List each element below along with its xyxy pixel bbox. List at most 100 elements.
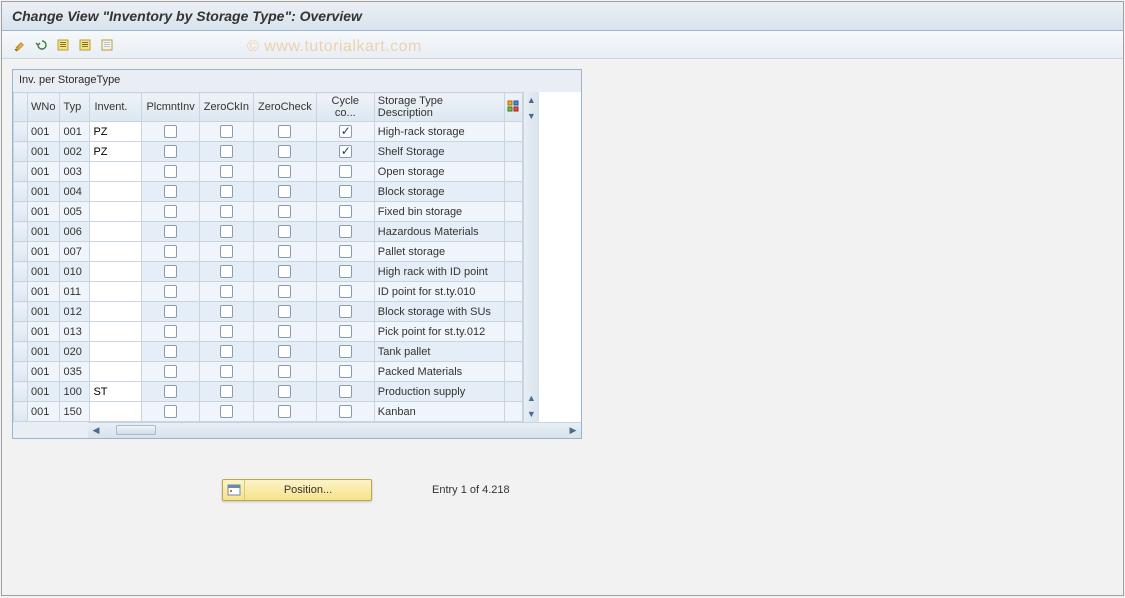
cell-invent[interactable] <box>90 302 142 322</box>
checkbox-plcmntinv[interactable] <box>164 125 177 138</box>
checkbox-zerockin[interactable] <box>220 385 233 398</box>
cell-zerocheck[interactable] <box>254 262 317 282</box>
cell-zerocheck[interactable] <box>254 342 317 362</box>
cell-plcmntinv[interactable] <box>142 382 199 402</box>
scroll-down-step-arrow[interactable]: ▼ <box>524 108 539 124</box>
checkbox-zerocheck[interactable] <box>278 345 291 358</box>
cell-plcmntinv[interactable] <box>142 302 199 322</box>
select-all-button[interactable] <box>54 36 72 54</box>
cell-invent[interactable]: ST <box>90 382 142 402</box>
row-selector[interactable] <box>14 402 28 422</box>
scroll-right-arrow[interactable]: ▶ <box>565 423 581 438</box>
checkbox-cycle[interactable] <box>339 285 352 298</box>
cell-zerockin[interactable] <box>199 262 253 282</box>
cell-cycle[interactable] <box>316 262 374 282</box>
cell-zerockin[interactable] <box>199 302 253 322</box>
undo-change-button[interactable] <box>32 36 50 54</box>
cell-zerockin[interactable] <box>199 402 253 422</box>
row-selector[interactable] <box>14 382 28 402</box>
col-zerocheck[interactable]: ZeroCheck <box>254 93 317 122</box>
cell-cycle[interactable] <box>316 302 374 322</box>
horizontal-scrollbar[interactable]: ◀ ▶ <box>88 422 581 438</box>
cell-zerockin[interactable] <box>199 342 253 362</box>
row-selector[interactable] <box>14 262 28 282</box>
cell-zerocheck[interactable] <box>254 362 317 382</box>
cell-zerocheck[interactable] <box>254 382 317 402</box>
cell-zerockin[interactable] <box>199 142 253 162</box>
cell-zerockin[interactable] <box>199 242 253 262</box>
cell-plcmntinv[interactable] <box>142 342 199 362</box>
cell-plcmntinv[interactable] <box>142 322 199 342</box>
checkbox-plcmntinv[interactable] <box>164 185 177 198</box>
cell-cycle[interactable] <box>316 322 374 342</box>
cell-zerocheck[interactable] <box>254 402 317 422</box>
checkbox-zerocheck[interactable] <box>278 405 291 418</box>
cell-zerocheck[interactable] <box>254 142 317 162</box>
checkbox-zerocheck[interactable] <box>278 185 291 198</box>
checkbox-plcmntinv[interactable] <box>164 305 177 318</box>
checkbox-zerockin[interactable] <box>220 365 233 378</box>
cell-zerockin[interactable] <box>199 282 253 302</box>
cell-plcmntinv[interactable] <box>142 282 199 302</box>
col-row-selector[interactable] <box>14 93 28 122</box>
checkbox-cycle[interactable] <box>339 125 352 138</box>
cell-cycle[interactable] <box>316 122 374 142</box>
toggle-display-change-button[interactable] <box>10 36 28 54</box>
cell-invent[interactable] <box>90 222 142 242</box>
checkbox-zerockin[interactable] <box>220 225 233 238</box>
checkbox-zerockin[interactable] <box>220 205 233 218</box>
checkbox-plcmntinv[interactable] <box>164 265 177 278</box>
checkbox-cycle[interactable] <box>339 365 352 378</box>
checkbox-zerocheck[interactable] <box>278 145 291 158</box>
col-desc[interactable]: Storage Type Description <box>374 93 504 122</box>
col-cycle[interactable]: Cycle co... <box>316 93 374 122</box>
checkbox-zerockin[interactable] <box>220 305 233 318</box>
cell-zerockin[interactable] <box>199 222 253 242</box>
row-selector[interactable] <box>14 222 28 242</box>
scroll-down-arrow[interactable]: ▼ <box>524 406 539 422</box>
cell-cycle[interactable] <box>316 382 374 402</box>
checkbox-cycle[interactable] <box>339 225 352 238</box>
checkbox-zerockin[interactable] <box>220 285 233 298</box>
cell-cycle[interactable] <box>316 182 374 202</box>
cell-invent[interactable] <box>90 162 142 182</box>
checkbox-plcmntinv[interactable] <box>164 385 177 398</box>
row-selector[interactable] <box>14 322 28 342</box>
scroll-up-step-arrow[interactable]: ▲ <box>524 390 539 406</box>
checkbox-cycle[interactable] <box>339 305 352 318</box>
cell-zerocheck[interactable] <box>254 302 317 322</box>
row-selector[interactable] <box>14 122 28 142</box>
col-typ[interactable]: Typ <box>60 93 90 122</box>
checkbox-plcmntinv[interactable] <box>164 205 177 218</box>
checkbox-zerockin[interactable] <box>220 245 233 258</box>
cell-plcmntinv[interactable] <box>142 402 199 422</box>
checkbox-plcmntinv[interactable] <box>164 325 177 338</box>
hscroll-thumb[interactable] <box>116 425 156 435</box>
checkbox-cycle[interactable] <box>339 325 352 338</box>
checkbox-plcmntinv[interactable] <box>164 285 177 298</box>
cell-plcmntinv[interactable] <box>142 142 199 162</box>
cell-zerocheck[interactable] <box>254 162 317 182</box>
cell-cycle[interactable] <box>316 162 374 182</box>
cell-invent[interactable] <box>90 202 142 222</box>
row-selector[interactable] <box>14 202 28 222</box>
checkbox-plcmntinv[interactable] <box>164 245 177 258</box>
cell-plcmntinv[interactable] <box>142 162 199 182</box>
checkbox-cycle[interactable] <box>339 145 352 158</box>
cell-cycle[interactable] <box>316 142 374 162</box>
cell-invent[interactable] <box>90 242 142 262</box>
checkbox-zerockin[interactable] <box>220 405 233 418</box>
checkbox-cycle[interactable] <box>339 165 352 178</box>
cell-zerocheck[interactable] <box>254 322 317 342</box>
checkbox-zerocheck[interactable] <box>278 125 291 138</box>
checkbox-zerockin[interactable] <box>220 345 233 358</box>
checkbox-zerockin[interactable] <box>220 145 233 158</box>
scroll-left-arrow[interactable]: ◀ <box>88 423 104 438</box>
checkbox-plcmntinv[interactable] <box>164 145 177 158</box>
checkbox-plcmntinv[interactable] <box>164 225 177 238</box>
checkbox-zerockin[interactable] <box>220 185 233 198</box>
checkbox-zerockin[interactable] <box>220 325 233 338</box>
row-selector[interactable] <box>14 362 28 382</box>
cell-cycle[interactable] <box>316 402 374 422</box>
cell-invent[interactable] <box>90 262 142 282</box>
